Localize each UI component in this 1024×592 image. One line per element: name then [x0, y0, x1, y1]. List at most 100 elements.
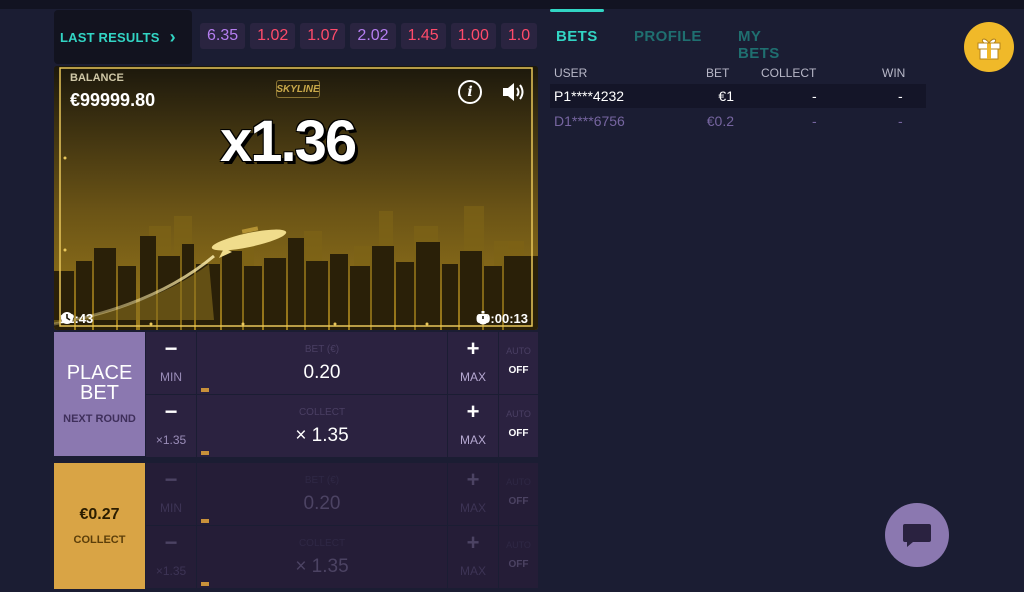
- input-indicator: [201, 519, 209, 523]
- next-round-label: NEXT ROUND: [63, 413, 136, 425]
- balance-value: €99999.80: [70, 90, 156, 110]
- minus-icon: −: [164, 336, 178, 361]
- collect-multiplier-input[interactable]: COLLECT × 1.35: [197, 395, 447, 457]
- chat-icon[interactable]: [885, 503, 949, 567]
- active-tab-indicator: [550, 9, 604, 12]
- collect-min-label: ×1.35: [155, 433, 187, 447]
- auto-value: OFF: [508, 428, 529, 439]
- collect-row: − ×1.35 COLLECT × 1.35 + MAX AUTO OFF: [146, 526, 538, 588]
- chevron-right-icon: ›: [169, 26, 176, 47]
- tab-my-bets[interactable]: MY BETS: [738, 28, 780, 62]
- plus-icon: +: [466, 467, 480, 492]
- row-user: D1****6756: [554, 113, 625, 129]
- bet-amount-input[interactable]: BET (€) 0.20: [197, 332, 447, 394]
- place-bet-label: PLACE BET: [66, 362, 133, 404]
- minus-icon: −: [164, 399, 178, 424]
- current-multiplier: x1.36: [220, 109, 357, 174]
- collect-input-label: COLLECT: [298, 538, 346, 549]
- input-indicator: [201, 388, 209, 392]
- bet-input-value: 0.20: [303, 362, 341, 383]
- row-bet: €1: [718, 88, 734, 104]
- auto-value: OFF: [508, 365, 529, 376]
- collect-increase-button[interactable]: + MAX: [448, 526, 498, 588]
- bet-increase-button[interactable]: + MAX: [448, 463, 498, 525]
- column-header-collect: COLLECT: [761, 66, 817, 80]
- clock-icon: [61, 312, 73, 324]
- row-collect: -: [812, 113, 817, 129]
- bet-input-label: BET (€): [304, 344, 340, 355]
- collect-decrease-button[interactable]: − ×1.35: [146, 526, 196, 588]
- input-indicator: [201, 451, 209, 455]
- input-indicator: [201, 582, 209, 586]
- result-chip: 6.35: [200, 23, 246, 49]
- table-row: D1****6756 €0.2 - -: [550, 109, 926, 133]
- minus-icon: −: [164, 467, 178, 492]
- row-win: -: [898, 88, 903, 104]
- bet-amount-input[interactable]: BET (€) 0.20: [197, 463, 447, 525]
- min-label: MIN: [160, 370, 182, 384]
- collect-button[interactable]: €0.27 COLLECT: [54, 463, 145, 589]
- max-label: MAX: [459, 501, 486, 515]
- table-row: P1****4232 €1 - -: [550, 84, 926, 108]
- row-user: P1****4232: [554, 88, 625, 104]
- result-chip: 1.0: [500, 23, 538, 49]
- last-results-label: LAST RESULTS: [60, 29, 160, 45]
- row-win: -: [898, 113, 903, 129]
- top-strip: [0, 0, 1024, 9]
- bet-input-value: 0.20: [303, 493, 341, 514]
- row-collect: -: [812, 88, 817, 104]
- auto-label: AUTO: [506, 540, 531, 550]
- plus-icon: +: [466, 530, 480, 555]
- results-chips: 6.35 1.02 1.07 2.02 1.45 1.00 1.0: [200, 23, 538, 49]
- column-header-bet: BET: [706, 66, 730, 80]
- results-bar: LAST RESULTS › 6.35 1.02 1.07 2.02 1.45 …: [54, 10, 540, 64]
- last-results-button[interactable]: LAST RESULTS ›: [54, 10, 192, 64]
- min-label: MIN: [160, 501, 182, 515]
- clock: 12:43: [60, 311, 93, 326]
- auto-bet-toggle[interactable]: AUTO OFF: [499, 332, 538, 394]
- column-header-win: WIN: [882, 66, 906, 80]
- result-chip: 1.07: [300, 23, 346, 49]
- auto-bet-toggle[interactable]: AUTO OFF: [499, 463, 538, 525]
- column-header-user: USER: [554, 66, 588, 80]
- stopwatch-icon: [477, 311, 489, 325]
- round-timer: 00:00:13: [476, 311, 528, 326]
- tab-profile[interactable]: PROFILE: [634, 28, 702, 45]
- max-label: MAX: [459, 433, 486, 447]
- bet-decrease-button[interactable]: − MIN: [146, 463, 196, 525]
- minus-icon: −: [164, 530, 178, 555]
- result-chip: 1.00: [450, 23, 496, 49]
- place-bet-button[interactable]: PLACE BET NEXT ROUND: [54, 332, 145, 456]
- collect-label: COLLECT: [73, 534, 126, 546]
- auto-collect-toggle[interactable]: AUTO OFF: [499, 526, 538, 588]
- collect-amount: €0.27: [79, 506, 120, 523]
- auto-value: OFF: [508, 559, 529, 570]
- bet-increase-button[interactable]: + MAX: [448, 332, 498, 394]
- bet-input-label: BET (€): [304, 475, 340, 486]
- tab-bets[interactable]: BETS: [556, 28, 598, 45]
- max-label: MAX: [459, 564, 486, 578]
- bet-panel-2: €0.27 COLLECT − MIN BET (€) 0.20 + MAX A…: [54, 463, 538, 589]
- result-chip: 2.02: [350, 23, 396, 49]
- collect-input-label: COLLECT: [298, 407, 346, 418]
- max-label: MAX: [459, 370, 486, 384]
- auto-label: AUTO: [506, 346, 531, 356]
- auto-collect-toggle[interactable]: AUTO OFF: [499, 395, 538, 457]
- auto-value: OFF: [508, 496, 529, 507]
- balance-label: BALANCE: [70, 72, 124, 84]
- game-canvas: BALANCE €99999.80 SKYLINE i x1.36 12:43 …: [54, 66, 538, 330]
- collect-row: − ×1.35 COLLECT × 1.35 + MAX AUTO OFF: [146, 395, 538, 457]
- collect-multiplier-input[interactable]: COLLECT × 1.35: [197, 526, 447, 588]
- result-chip: 1.02: [250, 23, 296, 49]
- game-logo: SKYLINE: [276, 80, 320, 98]
- row-bet: €0.2: [706, 113, 734, 129]
- bet-amount-row: − MIN BET (€) 0.20 + MAX AUTO OFF: [146, 463, 538, 525]
- info-icon[interactable]: i: [458, 80, 482, 104]
- collect-increase-button[interactable]: + MAX: [448, 395, 498, 457]
- bet-amount-row: − MIN BET (€) 0.20 + MAX AUTO OFF: [146, 332, 538, 394]
- bet-decrease-button[interactable]: − MIN: [146, 332, 196, 394]
- collect-input-value: × 1.35: [295, 425, 349, 446]
- bet-panel-1: PLACE BET NEXT ROUND − MIN BET (€) 0.20 …: [54, 332, 538, 458]
- collect-decrease-button[interactable]: − ×1.35: [146, 395, 196, 457]
- gift-icon[interactable]: [964, 22, 1014, 72]
